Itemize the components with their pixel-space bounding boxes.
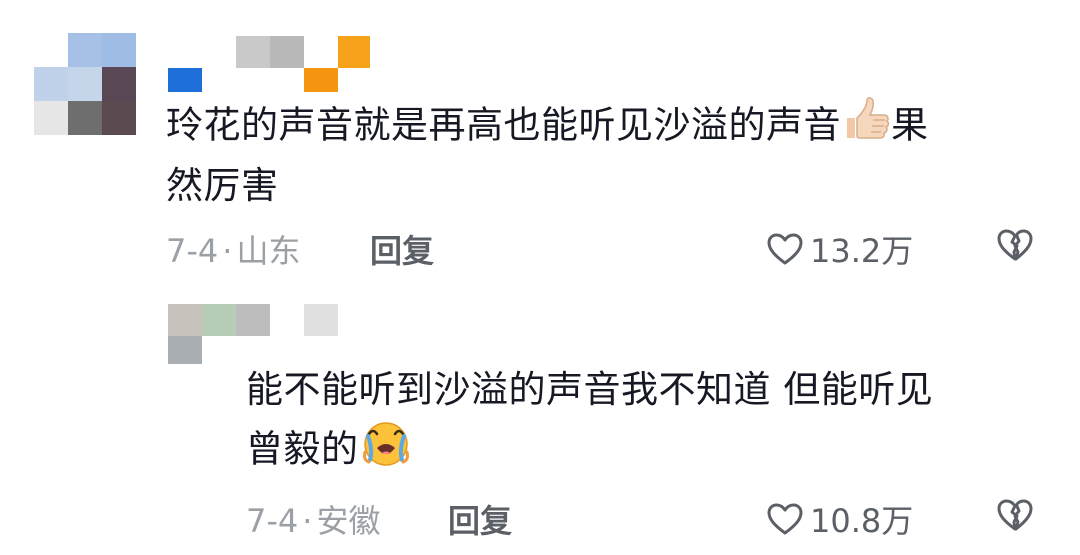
reply-button[interactable]: 回复 — [370, 226, 434, 272]
comment-date: 7-4 — [166, 232, 219, 270]
comment-meta: 7-4 · 山东 — [166, 226, 300, 272]
like-button[interactable]: 10.8万 — [766, 496, 913, 542]
comment-text-line: 然厉害 — [166, 164, 279, 207]
username[interactable] — [168, 36, 373, 92]
broken-heart-icon — [996, 498, 1034, 532]
comment-text-line: 玲花的声音就是再高也能听见沙溢的声音 — [166, 103, 841, 147]
dislike-button[interactable] — [996, 498, 1034, 532]
username[interactable] — [236, 304, 340, 336]
broken-heart-icon — [996, 228, 1034, 262]
dislike-button[interactable] — [996, 228, 1034, 262]
crying-face-icon — [359, 418, 413, 484]
comment-date: 7-4 — [246, 502, 299, 540]
meta-separator: · — [222, 232, 233, 270]
heart-icon — [766, 232, 804, 266]
heart-icon — [766, 502, 804, 536]
comment-text-line: 曾毅的 — [246, 427, 359, 471]
comment-text: 能不能听到沙溢的声音我不知道 但能听见 曾毅的 — [246, 362, 1046, 484]
avatar[interactable] — [168, 304, 236, 364]
like-count: 10.8万 — [810, 502, 914, 540]
comment-location: 山东 — [236, 232, 301, 270]
like-button[interactable]: 13.2万 — [766, 226, 913, 272]
comment-text-line: 果 — [891, 103, 929, 147]
meta-separator: · — [302, 502, 313, 540]
comment-location: 安徽 — [316, 502, 381, 540]
thumbs-up-icon — [841, 96, 891, 158]
reply-button[interactable]: 回复 — [448, 496, 512, 542]
like-count: 13.2万 — [810, 232, 914, 270]
comment-meta: 7-4 · 安徽 — [246, 496, 380, 542]
avatar[interactable] — [34, 33, 136, 135]
comment-text-line: 能不能听到沙溢的声音我不知道 但能听见 — [246, 368, 934, 411]
comment-text: 玲花的声音就是再高也能听见沙溢的声音 果 然厉害 — [166, 96, 1046, 214]
